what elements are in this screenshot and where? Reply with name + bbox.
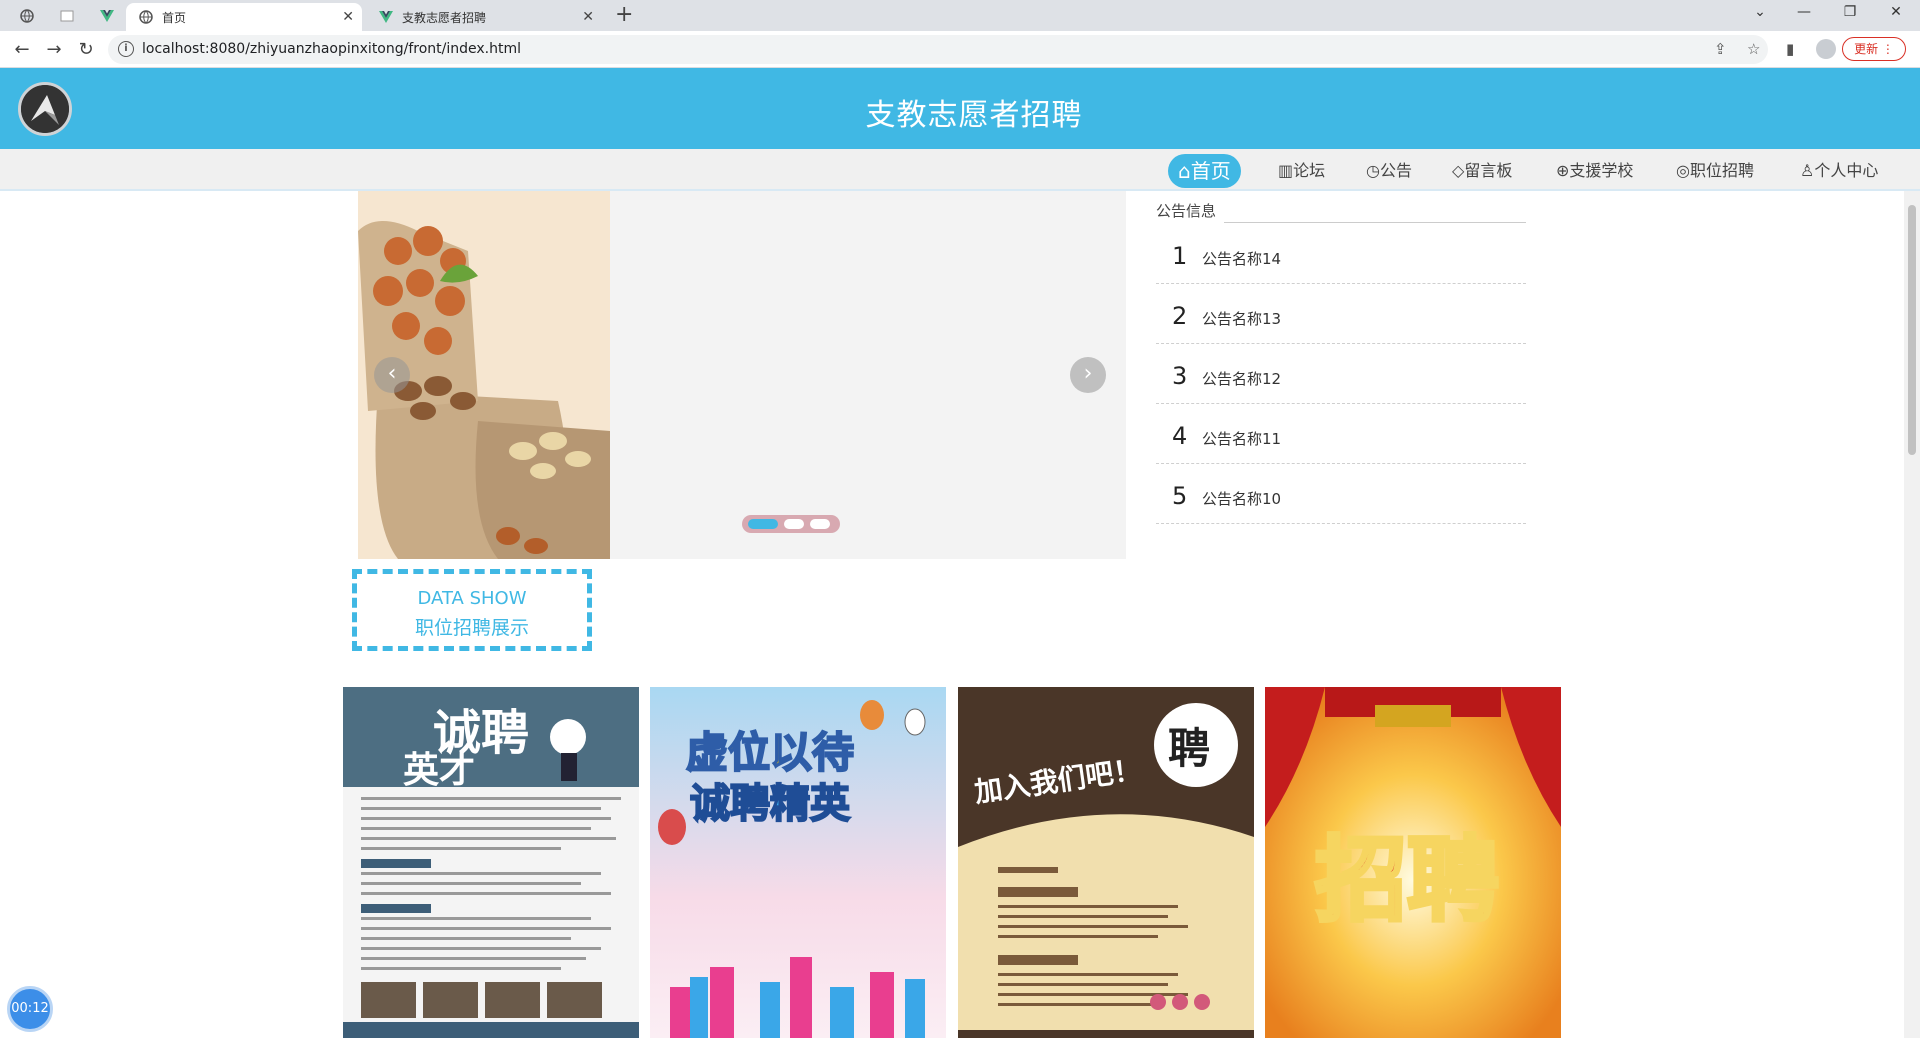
- job-poster-card[interactable]: 聘 加入我们吧！: [958, 687, 1254, 1038]
- nav-item-notice[interactable]: ◷公告: [1356, 154, 1422, 188]
- reload-button[interactable]: ↻: [74, 38, 98, 62]
- carousel-dot-1[interactable]: [748, 519, 778, 529]
- address-bar[interactable]: i localhost:8080/zhiyuanzhaopinxitong/fr…: [108, 35, 1768, 64]
- notice-title[interactable]: 公告名称14: [1202, 248, 1281, 269]
- carousel-dot-3[interactable]: [810, 519, 830, 529]
- tab-volunteer[interactable]: 支教志愿者招聘 ✕: [366, 3, 602, 31]
- vue-icon: [100, 10, 114, 22]
- home-icon: ⌂: [1178, 159, 1191, 183]
- site-info-icon[interactable]: i: [118, 41, 134, 57]
- tag-icon: ◇: [1452, 161, 1465, 180]
- notice-title[interactable]: 公告名称11: [1202, 428, 1281, 449]
- restore-button[interactable]: ❐: [1830, 4, 1870, 20]
- divider: [1224, 222, 1526, 223]
- carousel-next-button[interactable]: ›: [1070, 357, 1106, 393]
- url-text: localhost:8080/zhiyuanzhaopinxitong/fron…: [142, 41, 522, 57]
- forward-button[interactable]: →: [42, 38, 66, 62]
- nav-item-message-board[interactable]: ◇留言板: [1442, 154, 1522, 188]
- close-window-button[interactable]: ✕: [1876, 4, 1916, 20]
- carousel-prev-button[interactable]: ‹: [374, 357, 410, 393]
- tab-title: 支教志愿者招聘: [402, 10, 487, 25]
- main-nav: ⌂首页 ▥论坛 ◷公告 ◇留言板 ⊕支援学校 ◎职位招聘 ♙个人中心: [0, 149, 1920, 191]
- page-scrollbar[interactable]: [1904, 191, 1920, 1038]
- tab-home[interactable]: 首页 ✕: [126, 3, 362, 31]
- pinned-tab-vue[interactable]: [92, 4, 122, 28]
- share-icon[interactable]: ⇪: [1714, 40, 1727, 58]
- notice-number: 2: [1172, 302, 1188, 330]
- globe-icon: [20, 9, 34, 23]
- data-show-heading: DATA SHOW 职位招聘展示: [352, 569, 592, 651]
- forum-icon: ▥: [1278, 161, 1294, 180]
- carousel-indicators: [742, 515, 840, 533]
- profile-avatar-icon[interactable]: [1816, 39, 1836, 59]
- browser-tab-bar: 首页 ✕ 支教志愿者招聘 ✕ + ⌄ — ❐ ✕: [0, 0, 1920, 31]
- minimize-button[interactable]: —: [1784, 4, 1824, 20]
- notice-number: 5: [1172, 482, 1188, 510]
- nav-item-forum[interactable]: ▥论坛: [1268, 154, 1335, 188]
- scrollbar-thumb[interactable]: [1908, 205, 1916, 455]
- notice-item[interactable]: 1 公告名称14: [1156, 224, 1526, 284]
- data-show-title-en: DATA SHOW: [417, 588, 527, 609]
- poster-headline: 虚位以待: [686, 728, 854, 777]
- nav-item-jobs[interactable]: ◎职位招聘: [1666, 154, 1764, 188]
- nav-item-user-center[interactable]: ♙个人中心: [1790, 154, 1888, 188]
- job-poster-card[interactable]: 招聘: [1265, 687, 1561, 1038]
- notice-number: 1: [1172, 242, 1188, 270]
- tab-search-icon[interactable]: ⌄: [1740, 4, 1780, 20]
- carousel-dot-2[interactable]: [784, 519, 804, 529]
- side-panel-icon[interactable]: ▮: [1786, 40, 1794, 58]
- pinned-tab-blank[interactable]: [52, 4, 82, 28]
- job-poster-card[interactable]: 诚聘 英才: [343, 687, 639, 1038]
- job-poster-card[interactable]: 虚位以待 诚聘精英: [650, 687, 946, 1038]
- back-button[interactable]: ←: [10, 38, 34, 62]
- globe-icon: [138, 9, 154, 25]
- new-tab-button[interactable]: +: [615, 2, 633, 27]
- notice-number: 3: [1172, 362, 1188, 390]
- poster-subheadline: 英才: [403, 750, 475, 791]
- notice-item[interactable]: 5 公告名称10: [1156, 464, 1526, 524]
- target-icon: ◎: [1676, 161, 1690, 180]
- site-title: 支教志愿者招聘: [865, 98, 1083, 133]
- notice-heading: 公告信息: [1156, 200, 1526, 224]
- page-icon: [60, 10, 74, 22]
- tab-title: 首页: [162, 10, 187, 25]
- close-tab-icon[interactable]: ✕: [582, 9, 594, 25]
- bookmark-star-icon[interactable]: ☆: [1747, 40, 1760, 58]
- update-button[interactable]: 更新 ⋮: [1842, 37, 1906, 61]
- notice-panel: 公告信息 1 公告名称14 2 公告名称13 3 公告名称12 4 公告名称11…: [1156, 200, 1526, 524]
- notice-item[interactable]: 3 公告名称12: [1156, 344, 1526, 404]
- poster-headline: 招聘: [1315, 827, 1499, 934]
- data-show-title-cn: 职位招聘展示: [414, 617, 529, 639]
- nav-item-schools[interactable]: ⊕支援学校: [1546, 154, 1643, 188]
- user-icon: ♙: [1800, 161, 1815, 180]
- notice-icon: ◷: [1366, 161, 1380, 180]
- notice-title[interactable]: 公告名称12: [1202, 368, 1281, 389]
- close-tab-icon[interactable]: ✕: [342, 9, 354, 25]
- nav-item-home[interactable]: ⌂首页: [1168, 154, 1241, 188]
- site-header: 支教志愿者招聘: [0, 68, 1920, 149]
- notice-item[interactable]: 4 公告名称11: [1156, 404, 1526, 464]
- pinned-tab-globe[interactable]: [12, 4, 42, 28]
- notice-item[interactable]: 2 公告名称13: [1156, 284, 1526, 344]
- poster-badge: 聘: [1168, 724, 1210, 773]
- poster-subheadline: 诚聘精英: [690, 781, 851, 827]
- browser-toolbar: ← → ↻ i localhost:8080/zhiyuanzhaopinxit…: [0, 31, 1920, 68]
- recording-timer-badge: 00:12: [7, 986, 53, 1032]
- banner-carousel[interactable]: ‹ ›: [358, 191, 1126, 559]
- notice-number: 4: [1172, 422, 1188, 450]
- notice-title[interactable]: 公告名称10: [1202, 488, 1281, 509]
- vue-icon: [378, 9, 394, 25]
- globe-icon: ⊕: [1556, 161, 1570, 180]
- notice-title[interactable]: 公告名称13: [1202, 308, 1281, 329]
